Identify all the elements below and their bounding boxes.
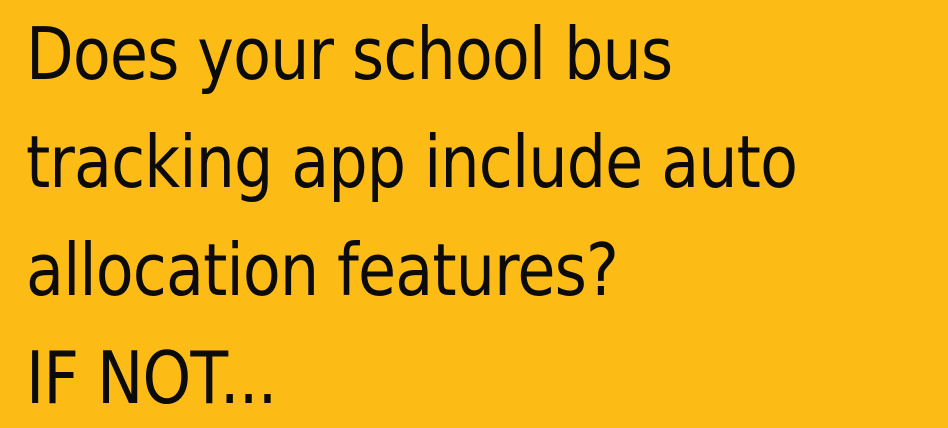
headline-line-3: allocation features?: [26, 228, 619, 312]
headline-line-2: tracking app include auto: [26, 120, 798, 204]
headline-line-1: Does your school bus: [26, 12, 673, 96]
headline-text: Does your school bus tracking app includ…: [26, 0, 809, 428]
headline-line-4: IF NOT...: [26, 336, 277, 420]
slide-canvas: Does your school bus tracking app includ…: [0, 0, 948, 428]
